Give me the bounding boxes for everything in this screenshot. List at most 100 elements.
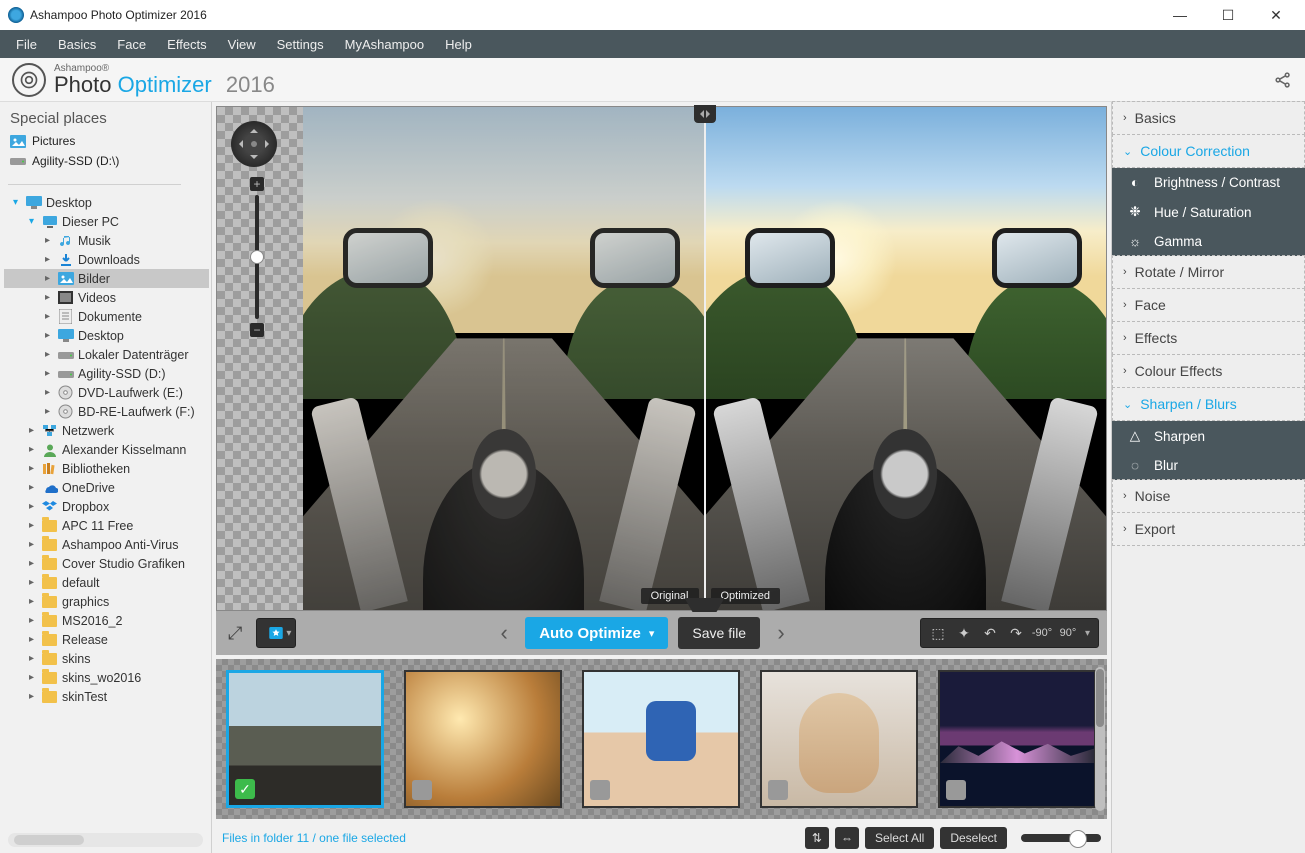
tree-item[interactable]: ▸Dropbox — [4, 497, 209, 516]
save-file-button[interactable]: Save file — [678, 617, 760, 649]
pan-control[interactable] — [231, 121, 277, 167]
tree-item[interactable]: ▸Release — [4, 630, 209, 649]
chevron-down-icon[interactable]: ▾ — [10, 197, 21, 208]
tree-item[interactable]: ▸Ashampoo Anti-Virus — [4, 535, 209, 554]
tree-item[interactable]: ▸Lokaler Datenträger — [4, 345, 209, 364]
tree-item[interactable]: ▸skinTest — [4, 687, 209, 706]
panel-sub-blur[interactable]: ◌Blur — [1112, 451, 1305, 480]
chevron-right-icon[interactable]: ▸ — [26, 463, 37, 474]
chevron-right-icon[interactable]: ▸ — [26, 425, 37, 436]
thumbnail-3[interactable] — [582, 670, 740, 808]
panel-section-noise[interactable]: ›Noise — [1112, 479, 1305, 513]
tree-item[interactable]: ▸Bibliotheken — [4, 459, 209, 478]
panel-sub-gamma[interactable]: ☼Gamma — [1112, 227, 1305, 256]
tree-item[interactable]: ▸Bilder — [4, 269, 209, 288]
tree-item[interactable]: ▸Desktop — [4, 326, 209, 345]
share-icon[interactable] — [1273, 70, 1293, 90]
menu-myashampoo[interactable]: MyAshampoo — [335, 32, 434, 57]
tree-item[interactable]: ▸Dokumente — [4, 307, 209, 326]
panel-section-sharpen-blurs[interactable]: ⌄Sharpen / Blurs — [1112, 387, 1305, 421]
favorite-button[interactable] — [256, 618, 296, 648]
tree-item[interactable]: ▸skins — [4, 649, 209, 668]
magic-tool-icon[interactable]: ✦ — [951, 625, 977, 642]
panel-section-rotate-mirror[interactable]: ›Rotate / Mirror — [1112, 255, 1305, 289]
menu-face[interactable]: Face — [107, 32, 156, 57]
chevron-right-icon[interactable]: ▸ — [26, 520, 37, 531]
zoom-out-button[interactable]: − — [250, 323, 264, 337]
tree-item[interactable]: ▸OneDrive — [4, 478, 209, 497]
tree-item[interactable]: ▸DVD-Laufwerk (E:) — [4, 383, 209, 402]
sort-button[interactable]: ⇅ — [805, 827, 829, 849]
tree-item[interactable]: ▸graphics — [4, 592, 209, 611]
select-all-button[interactable]: Select All — [865, 827, 934, 849]
chevron-right-icon[interactable]: ▸ — [42, 311, 53, 322]
tree-item[interactable]: ▸BD-RE-Laufwerk (F:) — [4, 402, 209, 421]
chevron-right-icon[interactable]: ▸ — [26, 482, 37, 493]
zoom-slider[interactable]: + − — [251, 177, 263, 337]
tree-item[interactable]: ▸Downloads — [4, 250, 209, 269]
deselect-button[interactable]: Deselect — [940, 827, 1007, 849]
chevron-right-icon[interactable]: ▸ — [26, 501, 37, 512]
chevron-right-icon[interactable]: ▸ — [26, 444, 37, 455]
chevron-right-icon[interactable]: ▸ — [42, 406, 53, 417]
tree-item[interactable]: ▸default — [4, 573, 209, 592]
prev-image-button[interactable]: ‹ — [493, 620, 515, 646]
chevron-right-icon[interactable]: ▸ — [26, 596, 37, 607]
fit-width-button[interactable]: ⇔ — [835, 827, 859, 849]
maximize-button[interactable]: ☐ — [1213, 4, 1243, 26]
panel-sub-hue-saturation[interactable]: ❉Hue / Saturation — [1112, 197, 1305, 227]
panel-section-colour-effects[interactable]: ›Colour Effects — [1112, 354, 1305, 388]
menu-basics[interactable]: Basics — [48, 32, 106, 57]
chevron-right-icon[interactable]: ▸ — [42, 387, 53, 398]
folder-tree[interactable]: ▾Desktop▾Dieser PC▸Musik▸Downloads▸Bilde… — [0, 185, 211, 829]
chevron-right-icon[interactable]: ▸ — [42, 254, 53, 265]
tree-item[interactable]: ▸Alexander Kisselmann — [4, 440, 209, 459]
thumbnail-4[interactable] — [760, 670, 918, 808]
chevron-right-icon[interactable]: ▸ — [42, 330, 53, 341]
fullscreen-icon[interactable]: ⤢ — [228, 623, 242, 644]
zoom-thumb[interactable] — [250, 250, 264, 264]
tree-item[interactable]: ▸skins_wo2016 — [4, 668, 209, 687]
tree-item[interactable]: ▸MS2016_2 — [4, 611, 209, 630]
special-place-item[interactable]: Pictures — [4, 131, 207, 151]
split-tab-icon[interactable] — [694, 105, 716, 123]
panel-section-basics[interactable]: ›Basics — [1112, 101, 1305, 135]
special-place-item[interactable]: Agility-SSD (D:\) — [4, 151, 207, 171]
chevron-right-icon[interactable]: ▸ — [42, 292, 53, 303]
horizontal-scrollbar[interactable] — [8, 833, 203, 847]
auto-optimize-button[interactable]: Auto Optimize — [525, 617, 668, 649]
chevron-right-icon[interactable]: ▸ — [26, 691, 37, 702]
panel-sub-brightness-contrast[interactable]: ◐Brightness / Contrast — [1112, 168, 1305, 197]
panel-section-colour-correction[interactable]: ⌄Colour Correction — [1112, 134, 1305, 168]
chevron-right-icon[interactable]: ▸ — [42, 349, 53, 360]
chevron-right-icon[interactable]: ▸ — [26, 653, 37, 664]
chevron-right-icon[interactable]: ▸ — [26, 615, 37, 626]
chevron-right-icon[interactable]: ▸ — [26, 634, 37, 645]
chevron-right-icon[interactable]: ▸ — [42, 273, 53, 284]
chevron-right-icon[interactable]: ▸ — [26, 539, 37, 550]
chevron-right-icon[interactable]: ▸ — [26, 577, 37, 588]
rotate-right-icon[interactable]: 90° — [1055, 627, 1081, 639]
chevron-down-icon[interactable]: ▾ — [26, 216, 37, 227]
chevron-right-icon[interactable]: ▸ — [42, 235, 53, 246]
chevron-right-icon[interactable]: ▸ — [26, 558, 37, 569]
thumbnail-1[interactable]: ✓ — [226, 670, 384, 808]
next-image-button[interactable]: › — [770, 620, 792, 646]
tree-item[interactable]: ▸APC 11 Free — [4, 516, 209, 535]
panel-section-effects[interactable]: ›Effects — [1112, 321, 1305, 355]
tree-item[interactable]: ▸Agility-SSD (D:) — [4, 364, 209, 383]
tree-item[interactable]: ▸Cover Studio Grafiken — [4, 554, 209, 573]
menu-help[interactable]: Help — [435, 32, 482, 57]
panel-sub-sharpen[interactable]: △Sharpen — [1112, 421, 1305, 451]
zoom-track[interactable] — [255, 195, 259, 319]
tree-item[interactable]: ▸Musik — [4, 231, 209, 250]
redo-icon[interactable]: ↷ — [1003, 625, 1029, 642]
thumbnail-2[interactable] — [404, 670, 562, 808]
rotate-left-icon[interactable]: -90° — [1029, 627, 1055, 639]
tree-item[interactable]: ▸Netzwerk — [4, 421, 209, 440]
compare-split-handle[interactable] — [704, 107, 706, 610]
zoom-in-button[interactable]: + — [250, 177, 264, 191]
menu-effects[interactable]: Effects — [157, 32, 217, 57]
undo-icon[interactable]: ↶ — [977, 625, 1003, 642]
selection-tool-icon[interactable]: ⬚ — [925, 625, 951, 642]
